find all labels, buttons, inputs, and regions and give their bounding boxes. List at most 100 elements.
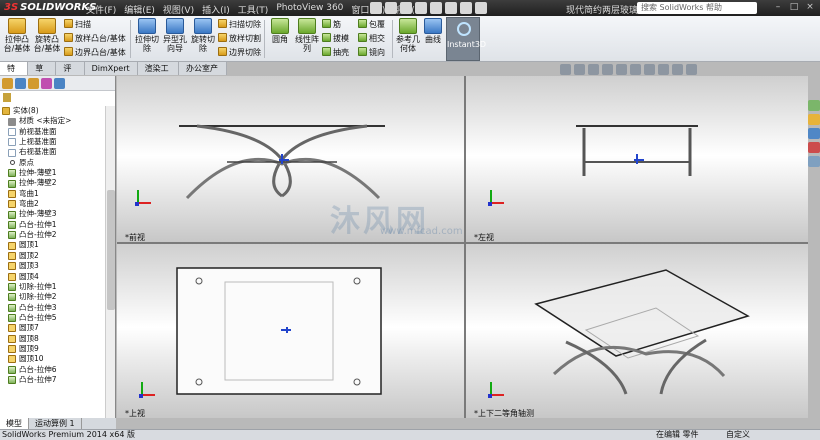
- resources-icon[interactable]: [808, 100, 820, 111]
- tree-node[interactable]: 切除-拉伸1: [0, 282, 104, 292]
- tree-node[interactable]: 前视基准面: [0, 127, 104, 137]
- menu-item-1[interactable]: 编辑(E): [124, 3, 155, 16]
- filter-icon[interactable]: [3, 93, 11, 102]
- tree-node[interactable]: 实体(8): [0, 106, 104, 116]
- tree-node[interactable]: 圆顶9: [0, 344, 104, 354]
- tree-node[interactable]: 圆顶7: [0, 323, 104, 333]
- tree-node[interactable]: 凸台-拉伸5: [0, 313, 104, 323]
- help-search-input[interactable]: 搜索 SolidWorks 帮助: [637, 2, 757, 14]
- fillet-button[interactable]: 圆角: [265, 18, 295, 44]
- section-view-icon[interactable]: [602, 64, 613, 75]
- wrap-button[interactable]: 包覆: [358, 19, 385, 30]
- scrollbar-thumb[interactable]: [107, 190, 115, 310]
- menu-item-3[interactable]: 插入(I): [202, 3, 230, 16]
- close-button[interactable]: ×: [804, 2, 816, 13]
- file-explorer-icon[interactable]: [808, 128, 820, 139]
- save-icon[interactable]: [400, 2, 412, 14]
- configuration-manager-tab-icon[interactable]: [28, 78, 39, 89]
- tree-node[interactable]: 圆顶3: [0, 261, 104, 271]
- tree-node[interactable]: 上视基准面: [0, 137, 104, 147]
- tree-node[interactable]: 拉伸-薄壁3: [0, 209, 104, 219]
- intersect-button[interactable]: 相交: [358, 33, 385, 44]
- display-style-icon[interactable]: [630, 64, 641, 75]
- solidworks-logo[interactable]: 3S SOLIDWORKS: [4, 2, 96, 13]
- tab-model[interactable]: 模型: [0, 418, 29, 429]
- rib-button[interactable]: 筋: [322, 19, 341, 30]
- tree-node[interactable]: 原点: [0, 158, 104, 168]
- sweep-button[interactable]: 扫描: [64, 19, 91, 30]
- viewport-top[interactable]: *上视: [117, 244, 464, 418]
- tree-node[interactable]: 切除-拉伸2: [0, 292, 104, 302]
- viewport-left[interactable]: *左视: [466, 76, 808, 242]
- tab-1[interactable]: 草图: [28, 62, 57, 86]
- tree-node[interactable]: 拉伸-薄壁2: [0, 178, 104, 188]
- open-icon[interactable]: [385, 2, 397, 14]
- dimxpert-tab-icon[interactable]: [41, 78, 52, 89]
- tree-node[interactable]: 圆顶1: [0, 240, 104, 250]
- tree-node[interactable]: 凸台-拉伸7: [0, 375, 104, 385]
- tab-5[interactable]: 办公室产品: [179, 62, 227, 86]
- edit-appearance-icon[interactable]: [658, 64, 669, 75]
- options-icon[interactable]: [475, 2, 487, 14]
- appearances-icon[interactable]: [808, 142, 820, 153]
- tree-node[interactable]: 凸台-拉伸3: [0, 303, 104, 313]
- zoom-fit-icon[interactable]: [560, 64, 571, 75]
- viewport-isometric[interactable]: *上下二等角轴测: [466, 244, 808, 418]
- new-doc-icon[interactable]: [370, 2, 382, 14]
- previous-view-icon[interactable]: [588, 64, 599, 75]
- tab-4[interactable]: 渲染工具: [138, 62, 180, 86]
- tab-0[interactable]: 特征: [0, 62, 29, 86]
- revolve-cut-button[interactable]: 旋转切除: [188, 18, 218, 53]
- curves-button[interactable]: 曲线: [418, 18, 448, 44]
- tree-node[interactable]: 圆顶8: [0, 334, 104, 344]
- display-manager-tab-icon[interactable]: [54, 78, 65, 89]
- tree-node[interactable]: 圆顶10: [0, 354, 104, 364]
- instant3d-button[interactable]: Instant3D: [446, 17, 486, 61]
- tree-node[interactable]: 凸台-拉伸6: [0, 365, 104, 375]
- extrude-boss-button[interactable]: 拉伸凸 台/基体: [2, 18, 32, 53]
- undo-icon[interactable]: [430, 2, 442, 14]
- property-manager-tab-icon[interactable]: [15, 78, 26, 89]
- revolve-boss-button[interactable]: 旋转凸 台/基体: [32, 18, 62, 53]
- tree-scrollbar[interactable]: [105, 106, 115, 418]
- feature-manager-tab-icon[interactable]: [2, 78, 13, 89]
- tree-node[interactable]: 凸台-拉伸2: [0, 230, 104, 240]
- minimize-button[interactable]: –: [772, 2, 784, 13]
- hole-wizard-button[interactable]: 异型孔 向导: [160, 18, 190, 53]
- draft-button[interactable]: 拔模: [322, 33, 349, 44]
- tree-node[interactable]: 圆顶4: [0, 272, 104, 282]
- tree-node[interactable]: 凸台-拉伸1: [0, 220, 104, 230]
- custom-properties-icon[interactable]: [808, 156, 820, 167]
- shell-button[interactable]: 抽壳: [322, 47, 349, 58]
- extrude-cut-button[interactable]: 拉伸切除: [132, 18, 162, 53]
- restore-button[interactable]: □: [788, 2, 800, 13]
- apply-scene-icon[interactable]: [672, 64, 683, 75]
- menu-item-2[interactable]: 视图(V): [163, 3, 194, 16]
- tree-node[interactable]: 弯曲1: [0, 189, 104, 199]
- zoom-area-icon[interactable]: [574, 64, 585, 75]
- hide-show-icon[interactable]: [644, 64, 655, 75]
- menu-item-0[interactable]: 文件(F): [86, 3, 116, 16]
- tree-node[interactable]: 圆顶2: [0, 251, 104, 261]
- select-icon[interactable]: [460, 2, 472, 14]
- boundary-cut-button[interactable]: 边界切除: [218, 47, 261, 58]
- view-settings-icon[interactable]: [686, 64, 697, 75]
- design-library-icon[interactable]: [808, 114, 820, 125]
- status-custom[interactable]: 自定义: [726, 430, 750, 440]
- tab-motion-study[interactable]: 运动算例 1: [29, 418, 82, 429]
- tree-node[interactable]: 拉伸-薄壁1: [0, 168, 104, 178]
- print-icon[interactable]: [415, 2, 427, 14]
- menu-item-4[interactable]: 工具(T): [238, 3, 269, 16]
- menu-item-5[interactable]: PhotoView 360: [276, 3, 343, 16]
- mirror-button[interactable]: 镜向: [358, 47, 385, 58]
- tab-3[interactable]: DimXpert: [85, 62, 138, 75]
- view-orientation-icon[interactable]: [616, 64, 627, 75]
- boundary-boss-button[interactable]: 边界凸台/基体: [64, 47, 126, 58]
- swept-cut-button[interactable]: 扫描切除: [218, 19, 261, 30]
- tree-node[interactable]: 右视基准面: [0, 147, 104, 157]
- loft-button[interactable]: 放样凸台/基体: [64, 33, 126, 44]
- tree-node[interactable]: 弯曲2: [0, 199, 104, 209]
- tab-2[interactable]: 评估: [56, 62, 85, 86]
- lofted-cut-button[interactable]: 放样切割: [218, 33, 261, 44]
- tree-node[interactable]: 材质 <未指定>: [0, 116, 104, 126]
